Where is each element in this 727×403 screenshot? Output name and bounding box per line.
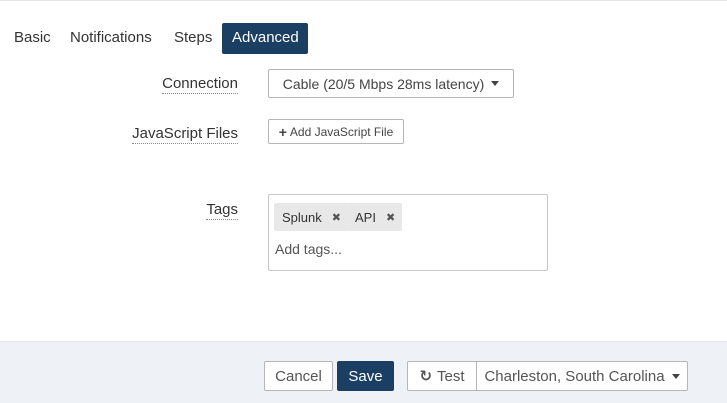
test-label: Test	[437, 367, 465, 385]
javascript-files-label: JavaScript Files	[132, 125, 238, 144]
tab-notifications[interactable]: Notifications	[70, 23, 152, 54]
refresh-icon: ↻	[419, 368, 433, 385]
add-javascript-file-label: Add JavaScript File	[289, 124, 394, 139]
connection-selected-value: Cable (20/5 Mbps 28ms latency)	[282, 75, 485, 92]
tab-advanced[interactable]: Advanced	[222, 23, 308, 54]
tab-basic[interactable]: Basic	[14, 23, 51, 54]
tag-chip-text: Splunk	[282, 209, 322, 225]
save-button[interactable]: Save	[337, 361, 394, 391]
tag-chip-api: API ✖	[347, 203, 403, 231]
tag-chip-text: API	[355, 209, 376, 225]
remove-tag-icon[interactable]: ✖	[386, 211, 395, 224]
add-tags-input[interactable]	[275, 239, 535, 259]
top-divider	[0, 0, 727, 1]
connection-label: Connection	[162, 75, 238, 94]
tag-chip-splunk: Splunk ✖	[274, 203, 348, 231]
tags-label: Tags	[206, 201, 238, 220]
chevron-down-icon	[491, 81, 500, 86]
add-javascript-file-button[interactable]: + Add JavaScript File	[268, 119, 404, 144]
remove-tag-icon[interactable]: ✖	[332, 211, 341, 224]
cancel-button[interactable]: Cancel	[264, 361, 333, 391]
location-dropdown[interactable]: Charleston, South Carolina	[476, 361, 688, 391]
connection-dropdown[interactable]: Cable (20/5 Mbps 28ms latency)	[268, 69, 514, 98]
plus-icon: +	[278, 123, 287, 140]
tags-input-box[interactable]: Splunk ✖ API ✖	[268, 194, 548, 271]
chevron-down-icon	[671, 373, 680, 379]
tab-steps[interactable]: Steps	[174, 23, 212, 54]
test-button[interactable]: ↻ Test	[407, 361, 477, 391]
footer-bar: Cancel Save ↻ Test Charleston, South Car…	[0, 341, 727, 403]
location-selected-value: Charleston, South Carolina	[484, 367, 665, 385]
